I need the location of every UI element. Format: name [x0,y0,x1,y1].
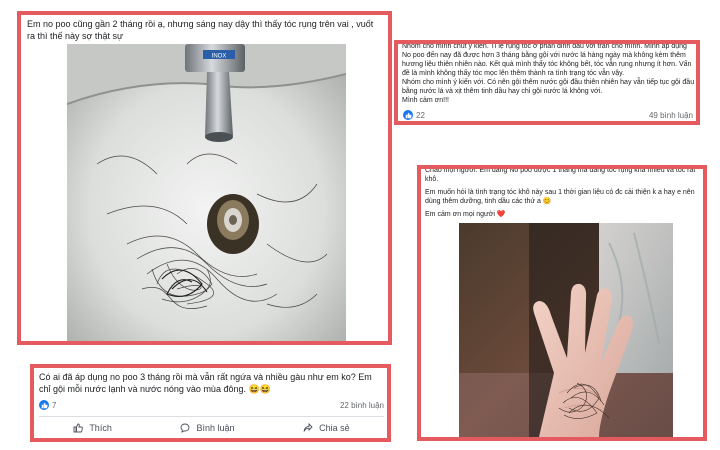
like-count[interactable]: 7 [39,400,56,410]
like-count-value: 22 [416,110,425,120]
post-text-block: Chào mọi người. Em đang No poo được 1 th… [425,167,703,219]
post-text: Nhóm cho mình chút ý kiến. Tỉ lệ rụng tó… [402,43,695,104]
post-card-question: Nhóm cho mình chút ý kiến. Tỉ lệ rụng tó… [394,40,700,125]
post-text-line-2: Em muốn hỏi là tình trạng tóc khô này sa… [425,189,695,205]
sink-photo[interactable]: INOX [67,44,346,341]
thumbs-up-icon [39,400,49,410]
share-button-label: Chia sẻ [319,423,350,433]
post-text-line-3: Em cảm ơn mọi người ❤️ [425,211,506,218]
comment-button[interactable]: Bình luận [180,423,235,433]
comment-count[interactable]: 49 bình luận [649,111,693,120]
hand-illustration [459,223,673,437]
share-button[interactable]: Chia sẻ [303,423,350,433]
thumbs-up-icon [403,110,413,120]
post-text-line-1: Chào mọi người. Em đang No poo được 1 th… [425,167,696,183]
like-count-value: 7 [52,400,57,410]
reaction-bar: 7 22 bình luận [39,400,384,410]
divider [39,416,384,417]
reaction-bar: 22 49 bình luận [403,110,693,120]
like-button[interactable]: Thích [73,423,112,433]
post-card-sink: Em no poo cũng gần 2 tháng rồi ạ, nhưng … [17,11,392,345]
sink-illustration: INOX [67,44,346,341]
post-card-hand: Chào mọi người. Em đang No poo được 1 th… [417,165,707,441]
share-arrow-icon [303,423,313,432]
post-text: Em no poo cũng gần 2 tháng rồi ạ, nhưng … [27,19,374,41]
like-count[interactable]: 22 [403,110,425,120]
hand-photo[interactable] [459,223,673,437]
post-card-itch: Có ai đã áp dụng no poo 3 tháng rồi mà v… [30,364,391,442]
comment-count[interactable]: 22 bình luận [340,401,384,410]
speech-bubble-icon [181,423,190,433]
faucet-label: INOX [212,54,227,60]
action-bar: Thích Bình luận Chia sẻ [39,423,384,433]
like-button-label: Thích [89,423,112,433]
thumbs-up-icon [73,423,84,433]
comment-button-label: Bình luận [196,423,235,433]
post-text: Có ai đã áp dụng no poo 3 tháng rồi mà v… [39,372,372,394]
